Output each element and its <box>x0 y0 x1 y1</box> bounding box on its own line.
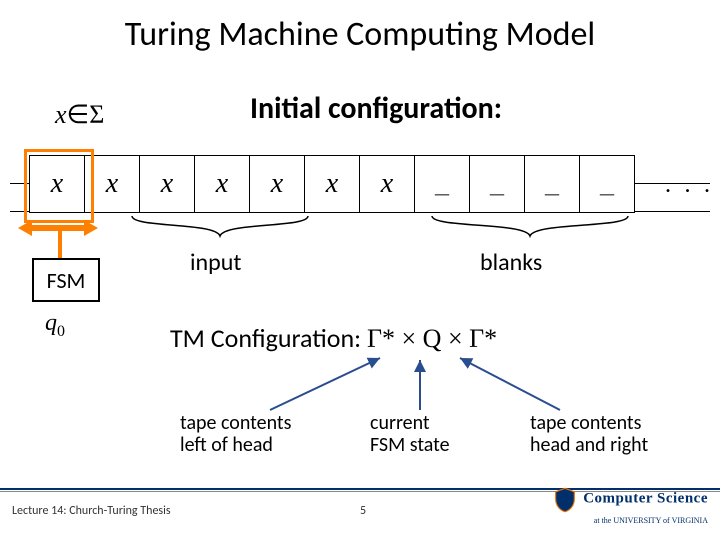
tape-ellipsis: . . . <box>665 170 714 199</box>
element-of-sigma: ∈Σ <box>67 100 105 129</box>
tape-cell-blank: _ <box>414 155 470 213</box>
input-brace <box>130 214 310 238</box>
annotation-left-of-head: tape contents left of head <box>180 412 291 456</box>
uva-cs-logo: Computer Science at the UNIVERSITY of VI… <box>551 486 708 526</box>
tape-cell: x <box>139 155 195 213</box>
state-sub: 0 <box>57 323 65 340</box>
tape-cell-blank: _ <box>469 155 525 213</box>
arrow-right-icon <box>84 220 98 236</box>
logo-text-bottom: at the UNIVERSITY of VIRGINIA <box>594 516 708 525</box>
page-number: 5 <box>360 504 366 518</box>
tape-cell: x <box>84 155 140 213</box>
blanks-label: blanks <box>480 248 542 277</box>
head-connector <box>58 230 62 260</box>
annotation-current-state: current FSM state <box>370 412 450 456</box>
state-q: q <box>45 310 57 336</box>
blanks-brace <box>430 214 630 238</box>
input-alphabet-label: x∈Σ <box>55 100 104 130</box>
annotation-head-and-right: tape contents head and right <box>530 412 648 456</box>
tape-cell-blank: _ <box>579 155 635 213</box>
tape-cell: x <box>249 155 305 213</box>
tape-cell: x <box>194 155 250 213</box>
shield-icon <box>551 486 579 514</box>
tape: x x x x x x x _ _ _ _ <box>30 155 635 213</box>
annotation-arrows <box>160 350 580 420</box>
logo-text-top: Computer Science <box>583 491 708 507</box>
subtitle: Initial configuration: <box>250 90 502 127</box>
var-x: x <box>55 100 67 129</box>
initial-state-label: q0 <box>45 310 65 341</box>
tape-cell-blank: _ <box>524 155 580 213</box>
footer: Lecture 14: Church-Turing Thesis 5 Compu… <box>0 491 720 532</box>
tape-cell: x <box>359 155 415 213</box>
input-label: input <box>190 248 241 277</box>
lecture-label: Lecture 14: Church-Turing Thesis <box>12 504 171 518</box>
fsm-box: FSM <box>32 258 100 302</box>
slide-title: Turing Machine Computing Model <box>0 0 720 55</box>
tape-cell: x <box>29 155 85 213</box>
tm-config-expr: Γ* × Q × Γ* <box>367 324 497 353</box>
tape-cell: x <box>304 155 360 213</box>
